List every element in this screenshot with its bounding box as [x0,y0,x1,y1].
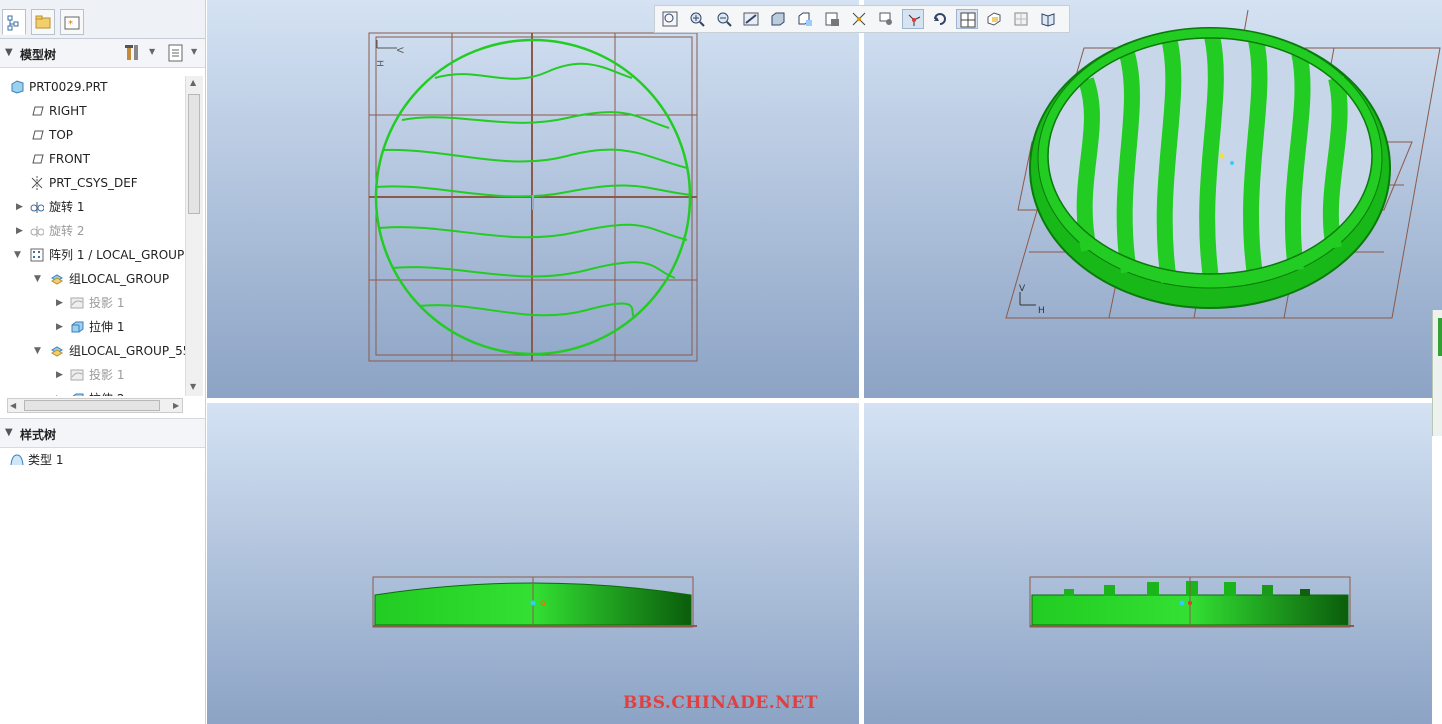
scroll-left-icon[interactable]: ◀ [10,401,16,410]
section-icon [1014,12,1028,26]
zoom-in-button[interactable] [686,9,708,29]
viewport-right[interactable] [864,403,1432,724]
scroll-thumb[interactable] [188,94,200,214]
expand-icon[interactable]: ▶ [56,364,63,386]
section-button[interactable] [1010,9,1032,29]
folder-browser-tab[interactable] [31,9,55,35]
model-tree-tab[interactable] [2,9,26,35]
part-icon [11,80,24,94]
zoom-fit-button[interactable] [659,9,681,29]
group-icon [51,346,63,357]
folder-icon [35,15,51,29]
svg-text:H: H [1038,306,1045,316]
svg-text:*: * [68,19,73,30]
perspective-icon [987,12,1001,26]
zoom-in-icon [690,12,705,27]
split-view-icon [960,12,976,28]
extrude-icon [72,393,84,396]
viewport-front[interactable]: V H [207,0,859,398]
note-button[interactable] [1037,9,1059,29]
pattern-icon [30,248,44,262]
layer-icon [879,12,892,25]
isometric-view-drawing: V H [1005,9,1441,319]
zoom-out-button[interactable] [713,9,735,29]
view-manager-button[interactable] [821,9,843,29]
collapse-icon[interactable]: ▼ [34,340,41,362]
zoom-out-icon [717,12,732,27]
scroll-up-icon[interactable]: ▲ [190,78,196,87]
expand-icon[interactable]: ▶ [56,316,63,338]
revolve-icon [30,202,44,213]
datum-display-icon [852,12,866,26]
group-icon [51,274,63,285]
shading-icon [771,12,785,26]
saved-views-button[interactable] [794,9,816,29]
settings-dropdown-icon[interactable]: ▼ [149,47,155,56]
right-view-drawing [1029,576,1354,628]
orient-button[interactable] [929,9,951,29]
viewport-isometric[interactable]: V H [864,0,1442,398]
show-dropdown-icon[interactable]: ▼ [191,47,197,56]
expand-icon[interactable]: ▶ [16,196,23,218]
settings-tools-icon[interactable] [124,43,144,63]
model-tree-header[interactable]: ▼ 模型树 ▼ ▼ [0,39,205,68]
collapse-icon[interactable]: ▼ [34,268,41,290]
expand-icon[interactable]: ▶ [56,388,63,396]
perspective-button[interactable] [983,9,1005,29]
saved-views-icon [798,12,812,26]
spin-center-icon [908,14,921,26]
tree-horizontal-scrollbar[interactable]: ◀ ▶ [7,398,183,413]
top-view-drawing [372,576,697,628]
show-options-icon[interactable] [167,43,185,63]
csys-icon [31,176,43,190]
datum-plane-icon [32,106,44,116]
svg-text:V: V [394,47,404,54]
tree-icon [7,15,19,31]
collapse-icon[interactable]: ▼ [5,427,13,438]
style-type-icon [10,454,24,466]
shading-button[interactable] [767,9,789,29]
model-tree-panel: * ▼ 模型树 ▼ ▼ PRT0029.PRT RIGHT TOP FRONT … [0,0,206,724]
expand-icon[interactable]: ▶ [56,292,63,314]
svg-text:V: V [1019,284,1026,294]
star-icon: * [64,16,80,30]
datum-plane-icon [32,154,44,164]
datum-display-button[interactable] [848,9,870,29]
tree-vertical-scrollbar[interactable]: ▲ ▼ [185,76,203,396]
view-manager-icon [825,12,839,26]
panel-tabs: * [0,0,205,39]
collapse-icon[interactable]: ▼ [5,47,13,58]
repaint-button[interactable] [740,9,762,29]
projection-icon [70,369,84,381]
side-panel-tab[interactable] [1438,318,1442,356]
viewport-top[interactable] [207,403,859,724]
collapse-icon[interactable]: ▼ [14,244,21,266]
extrude-icon [71,321,84,333]
expand-icon[interactable]: ▶ [16,220,23,242]
favorites-tab[interactable]: * [60,9,84,35]
orient-icon [934,13,946,25]
revolve-icon [30,226,44,237]
spin-center-button[interactable] [902,9,924,29]
note-icon [1041,13,1055,27]
repaint-icon [743,12,759,26]
front-view-drawing: V H [368,32,698,362]
zoom-fit-icon [662,11,678,27]
split-view-button[interactable] [956,9,978,29]
layer-button[interactable] [875,9,897,29]
style-tree-header[interactable]: ▼ 样式树 [0,418,205,448]
watermark-text: BBS.CHINADE.NET [623,693,818,713]
view-toolbar [654,5,1070,33]
svg-text:H: H [374,60,384,67]
model-tree: PRT0029.PRT RIGHT TOP FRONT PRT_CSYS_DEF… [0,76,185,396]
scroll-thumb[interactable] [24,400,160,411]
datum-plane-icon [32,130,44,140]
scroll-down-icon[interactable]: ▼ [190,382,196,391]
projection-icon [70,297,84,309]
scroll-right-icon[interactable]: ▶ [173,401,179,410]
